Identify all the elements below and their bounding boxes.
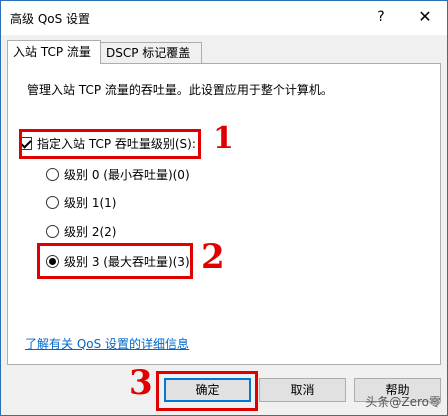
- radio-button[interactable]: [46, 167, 59, 181]
- radio-label[interactable]: 级别 1(1): [64, 194, 116, 211]
- qos-details-link[interactable]: 了解有关 QoS 设置的详细信息: [25, 335, 189, 352]
- tab-panel: 管理入站 TCP 流量的吞吐量。此设置应用于整个计算机。 指定入站 TCP 吞吐…: [7, 63, 441, 365]
- watermark: 头条@Zero零: [365, 395, 441, 409]
- radio-button[interactable]: [46, 224, 59, 238]
- tab-dscp-override[interactable]: DSCP 标记覆盖: [100, 42, 202, 64]
- panel-description: 管理入站 TCP 流量的吞吐量。此设置应用于整个计算机。: [27, 83, 333, 97]
- radio-level-2[interactable]: 级别 2(2): [46, 221, 116, 241]
- qos-settings-dialog: 高级 QoS 设置 ? ✕ 入站 TCP 流量 DSCP 标记覆盖 管理入站 T…: [0, 0, 448, 416]
- help-icon[interactable]: ?: [369, 5, 393, 29]
- radio-level-1[interactable]: 级别 1(1): [46, 192, 116, 212]
- annotation-box-1: [19, 129, 201, 159]
- annotation-box-2: [37, 243, 193, 279]
- cancel-button[interactable]: 取消: [259, 378, 346, 402]
- annotation-number-1: 1: [213, 121, 234, 156]
- radio-label[interactable]: 级别 0 (最小吞吐量)(0): [64, 166, 190, 183]
- annotation-number-2: 2: [201, 237, 225, 277]
- ok-button[interactable]: 确定: [164, 378, 251, 402]
- window-title: 高级 QoS 设置: [10, 12, 91, 26]
- radio-label[interactable]: 级别 2(2): [64, 223, 116, 240]
- title-bar: 高级 QoS 设置 ? ✕: [1, 1, 447, 35]
- annotation-number-3: 3: [129, 363, 153, 403]
- close-icon[interactable]: ✕: [411, 5, 439, 29]
- tab-inbound-tcp[interactable]: 入站 TCP 流量: [7, 40, 101, 64]
- radio-button[interactable]: [46, 195, 59, 209]
- radio-level-0[interactable]: 级别 0 (最小吞吐量)(0): [46, 164, 190, 184]
